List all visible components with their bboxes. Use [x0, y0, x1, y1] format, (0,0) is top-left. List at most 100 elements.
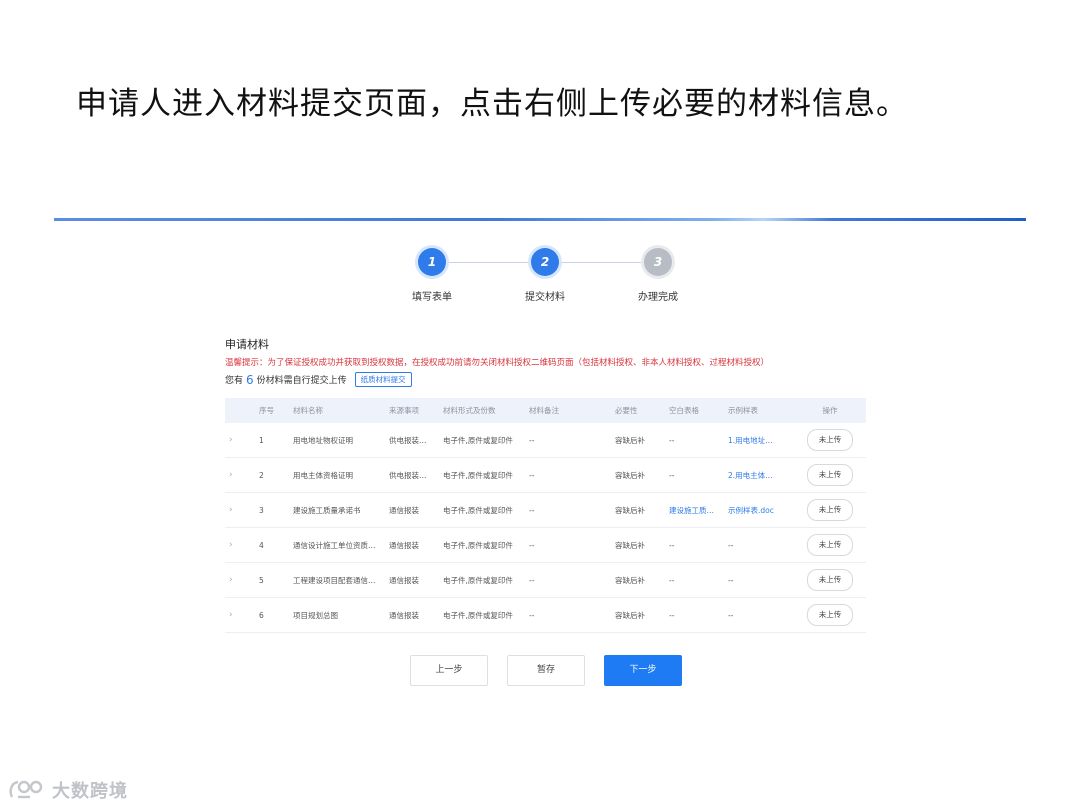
cell-form: 电子件,原件或复印件 [439, 423, 525, 458]
step-2-circle: 2 [531, 248, 559, 276]
prev-step-button[interactable]: 上一步 [410, 655, 488, 686]
table-row: › 5 工程建设项目配套通信… 通信报装 电子件,原件或复印件 -- 容缺后补 -- -- 未上传 [225, 562, 866, 598]
cell-need: 容缺后补 [611, 527, 665, 563]
step-2-label: 提交材料 [525, 292, 565, 303]
cell-need: 容缺后补 [611, 423, 665, 458]
cell-source: 通信报装 [385, 562, 439, 598]
col-header-form: 材料形式及份数 [439, 398, 525, 423]
expand-row-chevron-icon[interactable]: › [225, 562, 255, 598]
step-1-label: 填写表单 [412, 292, 452, 303]
cell-note: -- [525, 492, 611, 528]
expand-row-chevron-icon[interactable]: › [225, 457, 255, 493]
cell-blank: -- [665, 562, 724, 598]
cell-sample[interactable]: 示例样表.doc [724, 492, 794, 528]
cell-note: -- [525, 527, 611, 563]
cell-no: 4 [255, 527, 289, 563]
col-header-no: 序号 [255, 398, 289, 423]
expand-row-chevron-icon[interactable]: › [225, 423, 255, 458]
step-1-circle: 1 [418, 248, 446, 276]
table-row: › 2 用电主体资格证明 供电报装… 电子件,原件或复印件 -- 容缺后补 -- 2.用电主体…… [225, 457, 866, 493]
cell-need: 容缺后补 [611, 457, 665, 493]
cell-sample[interactable]: 2.用电主体… [724, 457, 794, 493]
cell-note: -- [525, 597, 611, 633]
cell-blank: -- [665, 597, 724, 633]
material-count-row: 您有 6 份材料需自行提交上传 纸质材料提交 [225, 372, 412, 387]
paper-submit-button[interactable]: 纸质材料提交 [354, 372, 412, 387]
next-step-button[interactable]: 下一步 [604, 655, 682, 686]
cell-action: 未上传 [794, 492, 866, 528]
cell-form: 电子件,原件或复印件 [439, 597, 525, 633]
cell-action: 未上传 [794, 597, 866, 633]
step-progress: 1 2 3 填写表单 提交材料 办理完成 [0, 248, 1080, 308]
count-suffix: 份材料需自行提交上传 [256, 376, 347, 386]
cell-source: 通信报装 [385, 492, 439, 528]
cell-source: 供电报装… [385, 423, 439, 458]
cell-form: 电子件,原件或复印件 [439, 527, 525, 563]
cell-form: 电子件,原件或复印件 [439, 457, 525, 493]
slide-title: 申请人进入材料提交页面，点击右侧上传必要的材料信息。 [76, 86, 908, 122]
material-count: 6 [246, 372, 254, 387]
cell-blank: -- [665, 527, 724, 563]
col-header-source: 来源事项 [385, 398, 439, 423]
upload-button[interactable]: 未上传 [807, 464, 853, 486]
col-header-note: 材料备注 [525, 398, 611, 423]
cell-need: 容缺后补 [611, 492, 665, 528]
cell-source: 通信报装 [385, 527, 439, 563]
upload-button[interactable]: 未上传 [807, 569, 853, 591]
expand-row-chevron-icon[interactable]: › [225, 527, 255, 563]
cell-blank: -- [665, 457, 724, 493]
warning-tip: 温馨提示：为了保证授权成功并获取到授权数据，在授权成功前请勿关闭材料授权二维码页… [225, 358, 770, 368]
upload-button[interactable]: 未上传 [807, 429, 853, 451]
upload-button[interactable]: 未上传 [807, 499, 853, 521]
table-row: › 1 用电地址物权证明 供电报装… 电子件,原件或复印件 -- 容缺后补 -- 1.用电地址…… [225, 423, 866, 458]
cell-name: 用电主体资格证明 [289, 457, 385, 493]
cell-action: 未上传 [794, 457, 866, 493]
cell-name: 通信设计施工单位资质… [289, 527, 385, 563]
cell-note: -- [525, 562, 611, 598]
table-row: › 6 项目规划总图 通信报装 电子件,原件或复印件 -- 容缺后补 -- -- 未上传 [225, 597, 866, 633]
step-3-label: 办理完成 [638, 292, 678, 303]
cell-blank[interactable]: 建设施工质… [665, 492, 724, 528]
cell-name: 建设施工质量承诺书 [289, 492, 385, 528]
cell-sample[interactable]: 1.用电地址… [724, 423, 794, 458]
table-row: › 3 建设施工质量承诺书 通信报装 电子件,原件或复印件 -- 容缺后补 建设施工质… 示例样… [225, 492, 866, 528]
col-header-expand [225, 398, 255, 423]
cell-need: 容缺后补 [611, 562, 665, 598]
cell-need: 容缺后补 [611, 597, 665, 633]
col-header-need: 必要性 [611, 398, 665, 423]
cell-name: 用电地址物权证明 [289, 423, 385, 458]
cell-source: 通信报装 [385, 597, 439, 633]
cell-sample: -- [724, 527, 794, 563]
cell-action: 未上传 [794, 423, 866, 458]
cell-name: 项目规划总图 [289, 597, 385, 633]
expand-row-chevron-icon[interactable]: › [225, 492, 255, 528]
upload-button[interactable]: 未上传 [807, 534, 853, 556]
brand-logo: 大数跨境 [8, 777, 128, 803]
cell-blank: -- [665, 423, 724, 458]
expand-row-chevron-icon[interactable]: › [225, 597, 255, 633]
table-row: › 4 通信设计施工单位资质… 通信报装 电子件,原件或复印件 -- 容缺后补 -- -- 未上传 [225, 527, 866, 563]
cell-action: 未上传 [794, 562, 866, 598]
count-prefix: 您有 [225, 376, 244, 386]
section-title: 申请材料 [225, 338, 269, 351]
brand-name: 大数跨境 [52, 781, 128, 802]
cell-sample: -- [724, 597, 794, 633]
header-divider [54, 218, 1026, 221]
step-3-circle: 3 [644, 248, 672, 276]
cell-sample: -- [724, 562, 794, 598]
table-header-row: 序号 材料名称 来源事项 材料形式及份数 材料备注 必要性 空白表格 示例样表 … [225, 398, 866, 423]
step-connector [559, 262, 645, 263]
cell-action: 未上传 [794, 527, 866, 563]
cell-no: 1 [255, 423, 289, 458]
cell-note: -- [525, 457, 611, 493]
cell-no: 3 [255, 492, 289, 528]
col-header-blank: 空白表格 [665, 398, 724, 423]
materials-table: 序号 材料名称 来源事项 材料形式及份数 材料备注 必要性 空白表格 示例样表 … [225, 398, 866, 633]
cell-no: 2 [255, 457, 289, 493]
step-connector [446, 262, 532, 263]
cell-name: 工程建设项目配套通信… [289, 562, 385, 598]
upload-button[interactable]: 未上传 [807, 604, 853, 626]
cell-note: -- [525, 423, 611, 458]
cell-no: 5 [255, 562, 289, 598]
save-draft-button[interactable]: 暂存 [507, 655, 585, 686]
